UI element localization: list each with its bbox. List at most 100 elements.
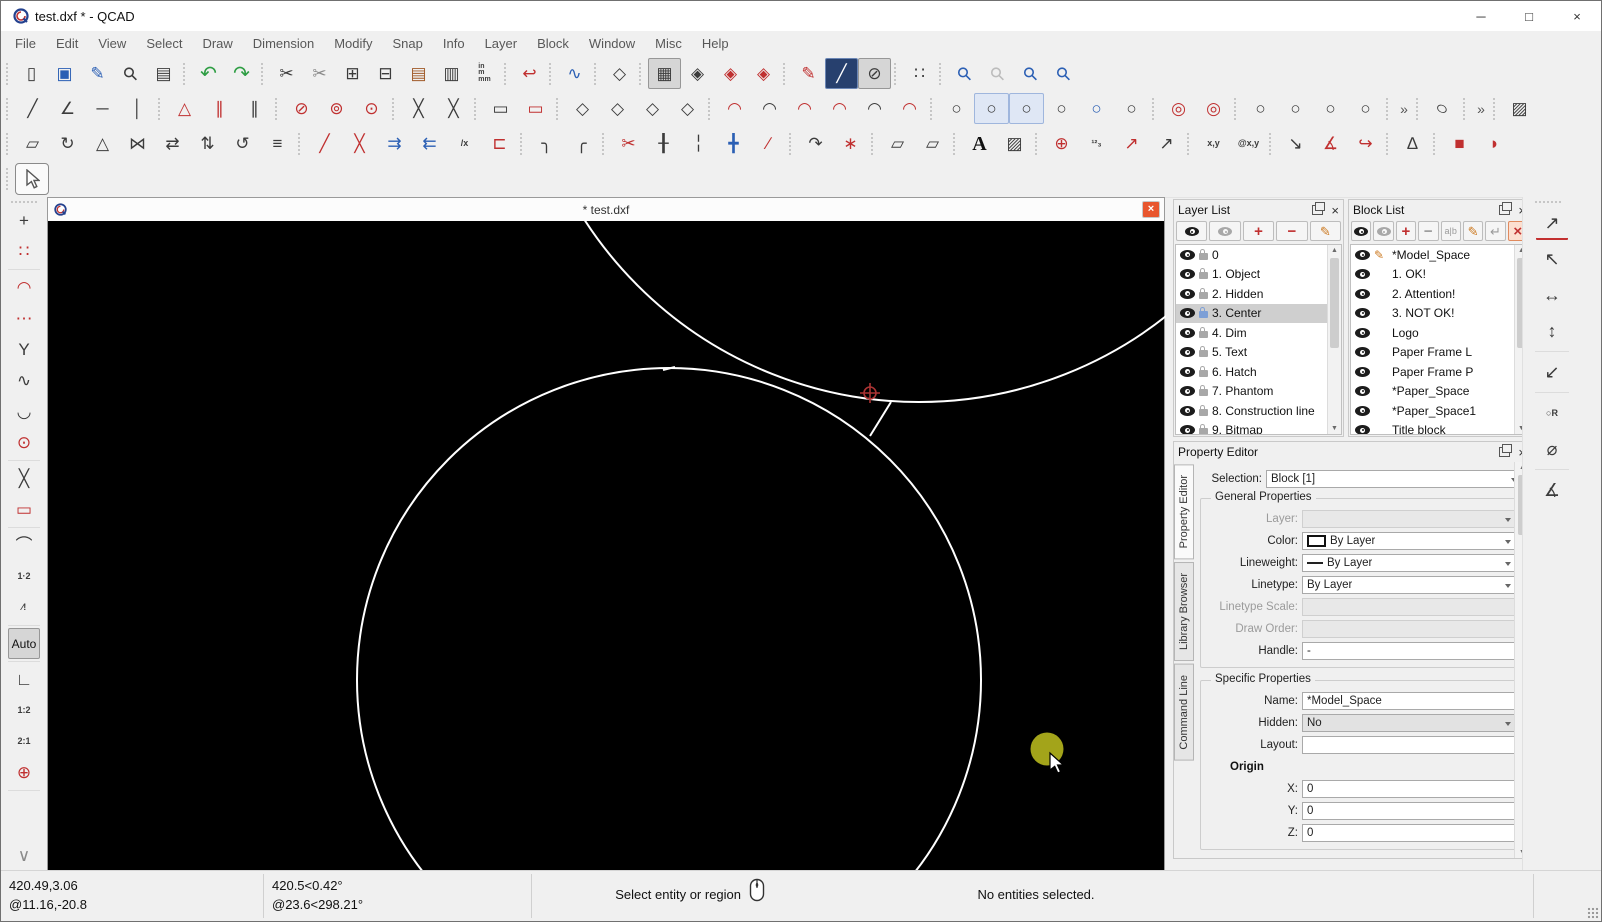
scroll-thumb[interactable] bbox=[1330, 258, 1339, 348]
circle-concentric-distance-button[interactable]: ◎ bbox=[1196, 93, 1231, 124]
layer-visibility-eye-icon[interactable] bbox=[1180, 288, 1195, 299]
snap-entity-button[interactable]: ∿ bbox=[8, 365, 40, 396]
layer-visibility-eye-icon[interactable] bbox=[1180, 327, 1195, 338]
circle-center-radius-button[interactable]: ○ bbox=[974, 93, 1009, 124]
remove-layer-button[interactable]: − bbox=[1276, 221, 1308, 241]
circle-entity-top-right[interactable] bbox=[521, 221, 1166, 403]
circle-tangent-2-points-button[interactable]: ○ bbox=[1313, 93, 1348, 124]
minimize-button[interactable]: ─ bbox=[1457, 1, 1505, 31]
polygon-2-corners-button[interactable]: ◇ bbox=[670, 93, 705, 124]
mirror-button[interactable]: ⋈ bbox=[120, 128, 155, 159]
round-button[interactable]: ╮ bbox=[529, 128, 564, 159]
coordinate-xy-button[interactable]: x,y bbox=[1196, 128, 1231, 159]
dim-rotated-button[interactable]: ↖ bbox=[1535, 241, 1569, 277]
snap-tangent-manual-button[interactable]: ⌒ bbox=[8, 530, 40, 561]
layer-row-construction[interactable]: 8. Construction line bbox=[1176, 401, 1327, 421]
point-sequence-button[interactable]: ¹²₃ bbox=[1079, 128, 1114, 159]
maximize-button[interactable]: □ bbox=[1505, 1, 1553, 31]
break-out-segment-button[interactable]: ✂ bbox=[611, 128, 646, 159]
circle-tangent-3-entities-button[interactable]: ○ bbox=[1278, 93, 1313, 124]
scroll-down-icon[interactable]: ▼ bbox=[1331, 423, 1338, 434]
layer-row-phantom[interactable]: 7. Phantom bbox=[1176, 382, 1327, 402]
menu-misc[interactable]: Misc bbox=[645, 31, 692, 56]
circle-concentric-button[interactable]: ◎ bbox=[1161, 93, 1196, 124]
line-vertical-button[interactable]: │ bbox=[120, 93, 155, 124]
property-control[interactable]: - bbox=[1302, 641, 1516, 660]
show-all-blocks-button[interactable] bbox=[1351, 221, 1372, 241]
arc-continuation-button[interactable]: ◠ bbox=[892, 93, 927, 124]
menu-block[interactable]: Block bbox=[527, 31, 579, 56]
break-out-manual-button[interactable]: ╂ bbox=[646, 128, 681, 159]
block-visibility-eye-icon[interactable] bbox=[1355, 308, 1370, 319]
snap-tangential-button[interactable]: ◡ bbox=[8, 396, 40, 427]
dim-horizontal-button[interactable]: ↔ bbox=[1535, 277, 1569, 313]
layer-row-hatch[interactable]: 6. Hatch bbox=[1176, 362, 1327, 382]
select-tool-button[interactable] bbox=[15, 163, 49, 195]
layer-lock-icon[interactable] bbox=[1199, 404, 1208, 416]
trim-both-button[interactable]: ╳ bbox=[342, 128, 377, 159]
circle-2-points-diameter-button[interactable]: ○ bbox=[1079, 93, 1114, 124]
rectangle-button[interactable]: ▭ bbox=[483, 93, 518, 124]
snap-distance-manual-button[interactable]: 1·2 bbox=[8, 561, 40, 592]
flip-vertical-button[interactable]: ⇅ bbox=[190, 128, 225, 159]
tab-command-line[interactable]: Command Line bbox=[1174, 664, 1194, 761]
draft-mode-button[interactable]: ✎ bbox=[792, 58, 825, 89]
add-block-button[interactable]: + bbox=[1395, 221, 1417, 241]
block-visibility-eye-icon[interactable] bbox=[1355, 347, 1370, 358]
circle-entity-large[interactable] bbox=[356, 367, 982, 873]
rectangle-size-button[interactable]: ▭ bbox=[518, 93, 553, 124]
layer-lock-icon[interactable] bbox=[1199, 287, 1208, 299]
snap-more-button[interactable]: ∨ bbox=[8, 840, 40, 871]
layer-visibility-eye-icon[interactable] bbox=[1180, 308, 1195, 319]
block-row-paper-space[interactable]: ✎ *Paper_Space bbox=[1351, 382, 1514, 402]
zoom-window-button[interactable]: ⚲ bbox=[1047, 58, 1080, 89]
block-row-paper-space1[interactable]: ✎ *Paper_Space1 bbox=[1351, 401, 1514, 421]
hatch-button[interactable]: ▨ bbox=[1502, 93, 1537, 124]
reverse-button[interactable]: ↷ bbox=[798, 128, 833, 159]
arc-2-points-angle-button[interactable]: ◠ bbox=[822, 93, 857, 124]
snap-grid-button[interactable]: ∷ bbox=[8, 236, 40, 267]
polygon-center-side-button[interactable]: ◇ bbox=[600, 93, 635, 124]
snap-polar-coordinate-2-button[interactable]: 2:1 bbox=[8, 726, 40, 757]
layer-row-text[interactable]: 5. Text bbox=[1176, 343, 1327, 363]
toolbar-drag-handle[interactable] bbox=[1535, 201, 1561, 203]
menu-info[interactable]: Info bbox=[433, 31, 475, 56]
block-row-logo[interactable]: ✎ Logo bbox=[1351, 323, 1514, 343]
text-leader-button[interactable]: ↗ bbox=[1149, 128, 1184, 159]
layer-row-center[interactable]: 3. Center bbox=[1176, 303, 1327, 323]
align-button[interactable]: ≡ bbox=[260, 128, 295, 159]
line-parallel-button[interactable]: ∥ bbox=[202, 93, 237, 124]
dim-vertical-button[interactable]: ↕ bbox=[1535, 313, 1569, 349]
cut-button[interactable]: ✂ bbox=[270, 58, 303, 89]
circle-tangent-2-entities-button[interactable]: ○ bbox=[1243, 93, 1278, 124]
polygon-center-corner-button[interactable]: ◇ bbox=[565, 93, 600, 124]
restrict-orthogonal-button[interactable]: ∟ bbox=[8, 664, 40, 695]
screen-linetypes-button[interactable]: ⊘ bbox=[858, 58, 891, 89]
edit-layer-button[interactable]: ✎ bbox=[1309, 221, 1342, 241]
block-visibility-eye-icon[interactable] bbox=[1355, 249, 1370, 260]
block-visibility-eye-icon[interactable] bbox=[1355, 405, 1370, 416]
float-panel-button[interactable] bbox=[1499, 202, 1513, 215]
layer-lock-icon[interactable] bbox=[1199, 326, 1208, 338]
insert-image-button[interactable]: ▨ bbox=[997, 128, 1032, 159]
block-visibility-eye-icon[interactable] bbox=[1355, 269, 1370, 280]
layer-visibility-eye-icon[interactable] bbox=[1180, 347, 1195, 358]
isometric-grid-button[interactable]: ◈ bbox=[681, 58, 714, 89]
float-panel-button[interactable] bbox=[1312, 202, 1326, 215]
circle-2-points-button[interactable]: ○ bbox=[1044, 93, 1079, 124]
lengthen-button[interactable]: ⇉ bbox=[377, 128, 412, 159]
menu-dimension[interactable]: Dimension bbox=[243, 31, 324, 56]
layer-lock-icon[interactable] bbox=[1199, 385, 1208, 397]
layer-lock-icon[interactable] bbox=[1199, 346, 1208, 358]
snap-endpoints-button[interactable]: ◠ bbox=[8, 272, 40, 303]
menu-snap[interactable]: Snap bbox=[383, 31, 433, 56]
hide-all-blocks-button[interactable] bbox=[1373, 221, 1394, 241]
break-gap-button[interactable]: ╎ bbox=[681, 128, 716, 159]
drawing-canvas[interactable] bbox=[48, 221, 1166, 873]
zoom-auto-button[interactable]: ⚲ bbox=[948, 58, 981, 89]
pie-fill-button[interactable]: ◗ bbox=[1477, 128, 1512, 159]
close-panel-button[interactable]: × bbox=[1331, 204, 1339, 217]
snap-center-button[interactable]: ⊙ bbox=[8, 427, 40, 458]
layer-list-scrollbar[interactable]: ▲ ▼ bbox=[1327, 245, 1341, 434]
isometric-box-button[interactable]: ◇ bbox=[603, 58, 636, 89]
